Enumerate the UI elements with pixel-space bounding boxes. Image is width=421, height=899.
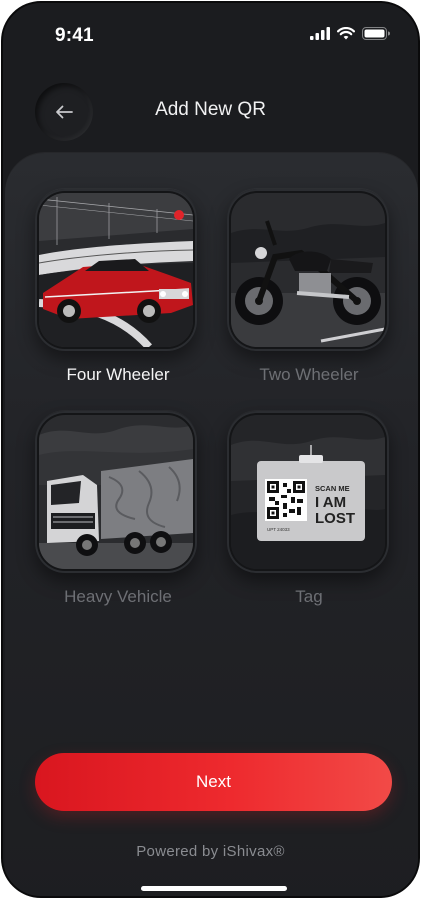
next-button[interactable]: Next: [35, 753, 392, 811]
four-wheeler-illustration: [39, 193, 193, 347]
lost-tag-image: SCAN ME I AM LOST UPT 24033: [231, 415, 385, 569]
motorcycle-image: [231, 193, 385, 347]
tag-lost-text: LOST: [315, 510, 355, 527]
status-time: 9:41: [55, 25, 94, 46]
page-title-text: Add New QR: [155, 99, 266, 120]
tag-scan-me-text: SCAN ME: [315, 484, 350, 493]
category-tag[interactable]: SCAN ME I AM LOST UPT 24033: [227, 411, 389, 573]
home-indicator[interactable]: [141, 886, 287, 891]
category-label-two-wheeler: Two Wheeler: [259, 365, 359, 384]
category-four-wheeler[interactable]: [35, 189, 197, 351]
tag-i-am-text: I AM: [315, 494, 346, 511]
truck-image: [39, 415, 193, 569]
status-bar: 9:41: [3, 3, 418, 63]
powered-by-footer: Powered by iShivax®: [136, 843, 285, 860]
wifi-icon: [337, 27, 355, 40]
status-icons: [310, 27, 390, 40]
tag-illustration: SCAN ME I AM LOST UPT 24033: [231, 415, 385, 569]
category-label-heavy-vehicle: Heavy Vehicle: [64, 587, 172, 606]
category-label-four-wheeler: Four Wheeler: [66, 365, 170, 384]
tag-code-text: UPT 24033: [267, 527, 290, 532]
page-title: Add New QR: [3, 99, 418, 121]
cellular-signal-icon: [310, 27, 330, 40]
phone-screen: 9:41 Add New QR Four Wheeler Two Wheeler…: [1, 1, 420, 898]
car-image: [39, 193, 193, 347]
two-wheeler-illustration: [231, 193, 385, 347]
category-heavy-vehicle[interactable]: [35, 411, 197, 573]
category-label-tag: Tag: [295, 587, 323, 606]
heavy-vehicle-illustration: [39, 415, 193, 569]
category-two-wheeler[interactable]: [227, 189, 389, 351]
battery-icon: [362, 27, 390, 40]
